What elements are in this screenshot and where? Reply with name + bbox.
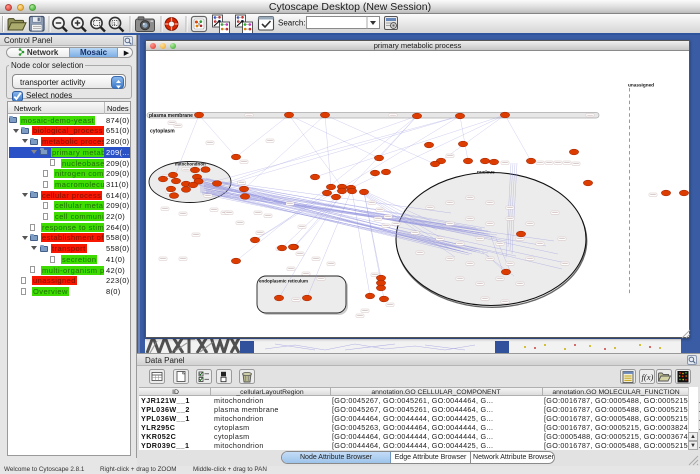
svg-text:unassigned: unassigned: [628, 83, 654, 88]
svg-text:f(x): f(x): [642, 372, 654, 382]
svg-text:mitochondrion: mitochondrion: [175, 162, 206, 167]
svg-text:Search:: Search:: [278, 19, 306, 28]
svg-text:plasma membrane: plasma membrane: [149, 113, 193, 119]
svg-text:cytoplasm: cytoplasm: [150, 129, 175, 135]
svg-text:endoplasmic reticulum: endoplasmic reticulum: [259, 279, 308, 284]
svg-text:nucleus: nucleus: [477, 170, 495, 175]
